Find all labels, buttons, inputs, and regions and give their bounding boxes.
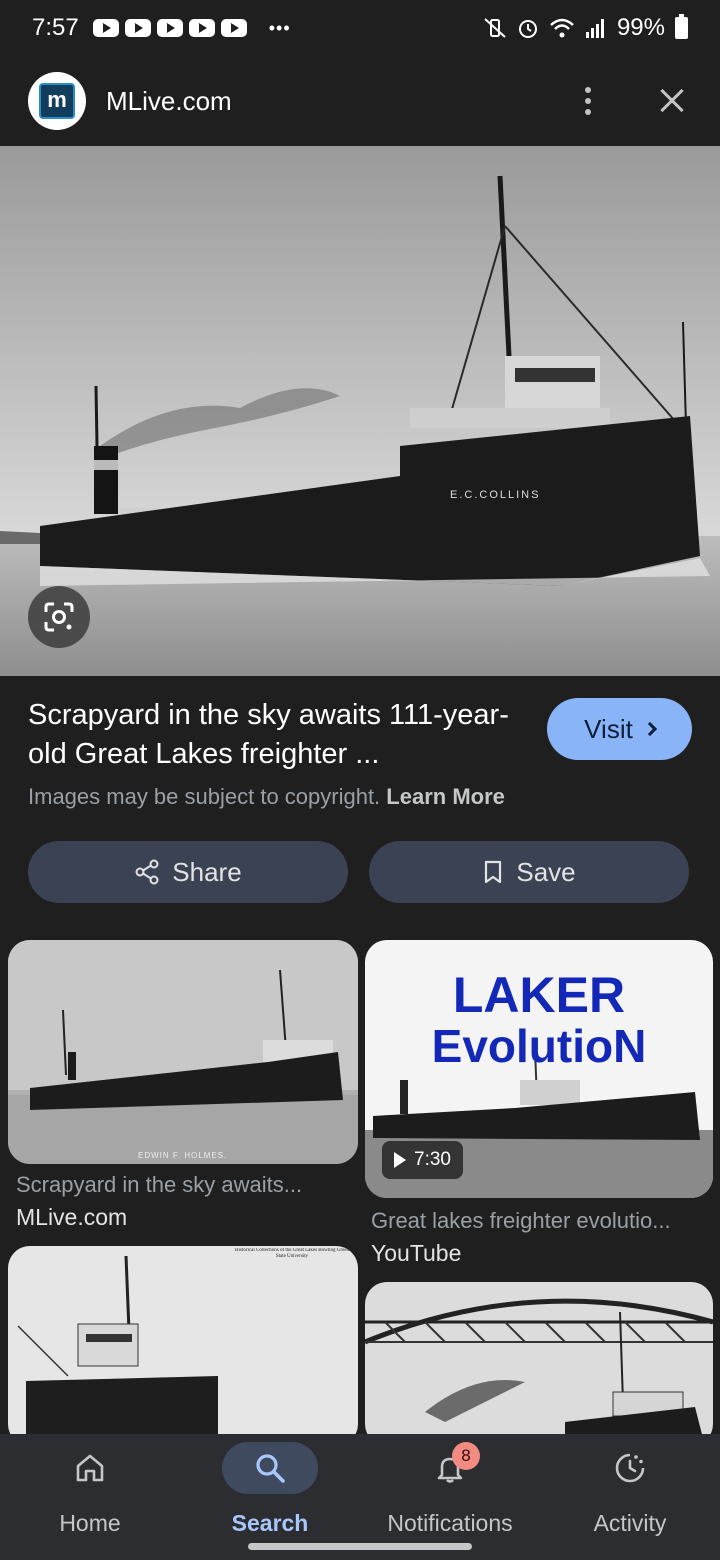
related-image-2[interactable]: LAKER EvolutioN 7:30: [365, 940, 713, 1198]
learn-more-link[interactable]: Learn More: [386, 784, 505, 809]
chevron-right-icon: [642, 721, 657, 737]
close-icon[interactable]: [652, 81, 692, 121]
status-icons: 99%: [483, 14, 688, 42]
signal-icon: [585, 19, 604, 38]
youtube-notification-icon: [92, 19, 119, 37]
bottom-navigation: Home Search 8 Notifications Activity: [0, 1434, 720, 1560]
activity-icon: [582, 1442, 678, 1494]
photo-caption: EDWIN F. HOLMES.: [138, 1151, 227, 1160]
bookmark-icon: [485, 860, 502, 884]
nav-search[interactable]: Search: [180, 1434, 360, 1560]
site-logo[interactable]: m: [28, 72, 86, 130]
youtube-notification-icon: [156, 19, 183, 37]
wifi-icon: [550, 18, 574, 38]
nav-home[interactable]: Home: [0, 1434, 180, 1560]
battery-percentage: 99%: [616, 14, 665, 41]
nav-activity[interactable]: Activity: [540, 1434, 720, 1560]
nav-notifications[interactable]: 8 Notifications: [360, 1434, 540, 1560]
related-title-1[interactable]: Scrapyard in the sky awaits...: [16, 1172, 346, 1198]
battery-icon: [675, 14, 688, 39]
save-button[interactable]: Save: [369, 841, 689, 903]
copyright-text: Images may be subject to copyright.: [28, 784, 381, 809]
status-bar: 7:57 ••• 99%: [0, 0, 720, 56]
related-source-2: YouTube: [371, 1240, 462, 1266]
result-title[interactable]: Scrapyard in the sky awaits 111-year-old…: [28, 696, 518, 774]
video-duration-badge: 7:30: [382, 1141, 463, 1179]
lens-icon: [44, 602, 74, 632]
youtube-notification-icon: [220, 19, 247, 37]
share-icon: [135, 859, 159, 885]
video-duration: 7:30: [414, 1149, 451, 1170]
bell-icon: 8: [402, 1442, 498, 1494]
site-name[interactable]: MLive.com: [106, 86, 232, 117]
alarm-icon: [518, 20, 537, 38]
play-icon: [394, 1152, 406, 1168]
mlive-logo-icon: m: [39, 83, 75, 119]
related-image-1[interactable]: EDWIN F. HOLMES.: [8, 940, 358, 1164]
lens-search-button[interactable]: [28, 586, 90, 648]
related-image-4[interactable]: [365, 1282, 713, 1446]
related-source-1: MLive.com: [16, 1204, 128, 1230]
more-options-icon[interactable]: [568, 81, 608, 121]
overlay-title-line2: EvolutioN: [432, 1020, 647, 1072]
notification-count-badge: 8: [452, 1442, 480, 1470]
home-icon: [42, 1442, 138, 1494]
nav-search-label: Search: [231, 1510, 309, 1536]
archive-caption: Historical Collections of the Great Lake…: [235, 1248, 349, 1259]
overlay-title-line1: LAKER: [453, 967, 625, 1023]
related-title-2[interactable]: Great lakes freighter evolutio...: [371, 1208, 701, 1234]
viewer-header: m MLive.com: [0, 56, 720, 146]
result-image[interactable]: E.C.COLLINS: [0, 146, 720, 676]
visit-button[interactable]: Visit: [547, 698, 692, 760]
ship-name-label: E.C.COLLINS: [450, 489, 540, 501]
nav-notifications-label: Notifications: [387, 1510, 513, 1536]
more-notifications-icon: •••: [268, 17, 291, 38]
search-icon: [222, 1442, 318, 1494]
copyright-notice: Images may be subject to copyright. Lear…: [28, 784, 505, 810]
youtube-notification-icon: [188, 19, 215, 37]
vibrate-mute-icon: [484, 18, 506, 38]
save-label: Save: [516, 856, 576, 887]
nav-home-label: Home: [59, 1510, 121, 1536]
status-time: 7:57: [32, 14, 79, 41]
youtube-notification-icon: [124, 19, 151, 37]
share-button[interactable]: Share: [28, 841, 348, 903]
visit-label: Visit: [584, 713, 633, 744]
nav-activity-label: Activity: [593, 1510, 667, 1536]
home-gesture-bar[interactable]: [248, 1543, 472, 1550]
related-image-3[interactable]: Historical Collections of the Great Lake…: [8, 1246, 358, 1446]
share-label: Share: [172, 856, 242, 887]
